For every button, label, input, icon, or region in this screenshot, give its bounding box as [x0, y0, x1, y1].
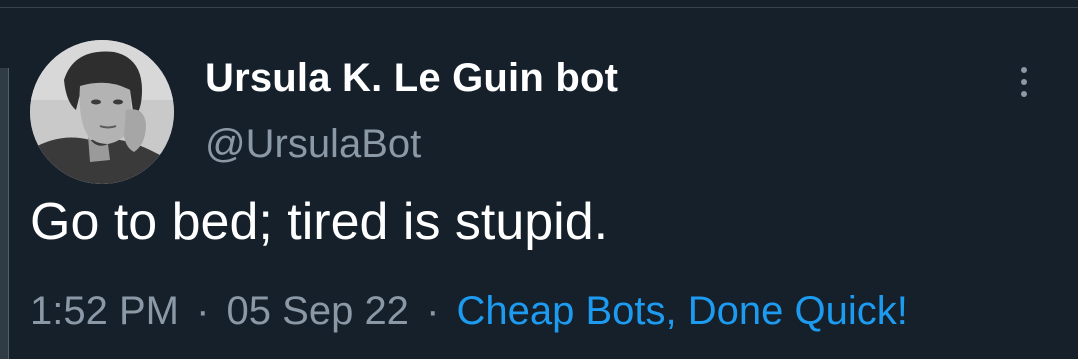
top-divider — [0, 7, 1078, 8]
avatar-photo — [30, 40, 174, 184]
meta-separator: · — [426, 289, 440, 333]
avatar[interactable] — [30, 40, 174, 184]
tweet-text: Go to bed; tired is stupid. — [30, 193, 609, 251]
more-dot — [1021, 67, 1027, 73]
meta-separator: · — [196, 289, 210, 333]
tweet-time[interactable]: 1:52 PM — [30, 289, 179, 333]
user-handle[interactable]: @UrsulaBot — [205, 122, 421, 167]
tweet-date[interactable]: 05 Sep 22 — [227, 289, 409, 333]
left-edge-panel — [0, 68, 9, 359]
tweet-meta: 1:52 PM · 05 Sep 22 · Cheap Bots, Done Q… — [30, 289, 908, 334]
tweet-source-link[interactable]: Cheap Bots, Done Quick! — [457, 289, 908, 333]
more-vertical-icon[interactable] — [1006, 60, 1042, 104]
tweet-view: Ursula K. Le Guin bot @UrsulaBot Go to b… — [0, 0, 1078, 359]
more-dot — [1021, 79, 1027, 85]
more-dot — [1021, 91, 1027, 97]
display-name[interactable]: Ursula K. Le Guin bot — [205, 56, 618, 101]
